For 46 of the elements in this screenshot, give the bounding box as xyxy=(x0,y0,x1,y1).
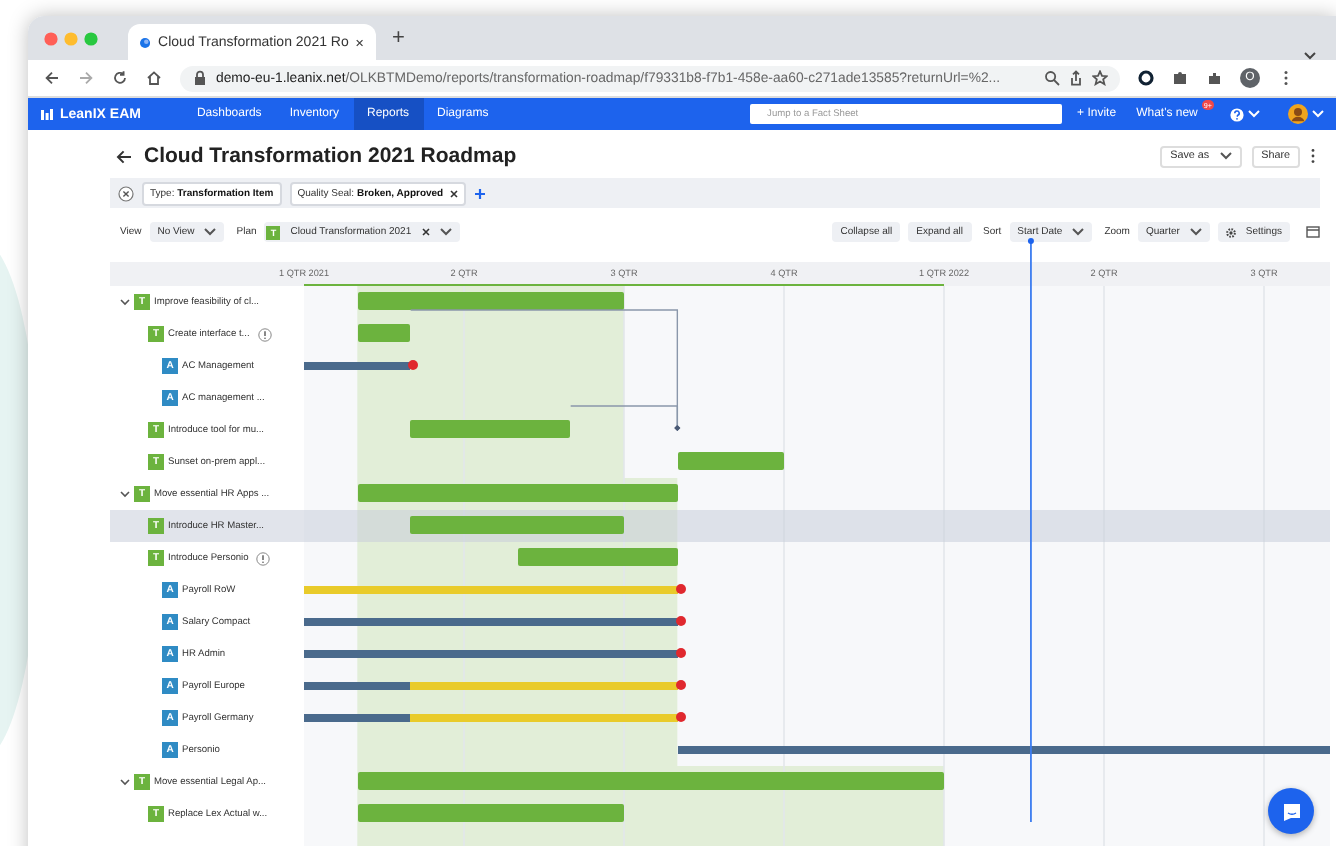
add-filter-icon[interactable] xyxy=(473,187,486,199)
new-tab-button[interactable]: + xyxy=(388,26,409,50)
close-icon[interactable] xyxy=(356,37,364,47)
chevron-icon[interactable] xyxy=(120,778,130,786)
exclamation-circle-icon[interactable] xyxy=(257,327,272,341)
star-icon[interactable] xyxy=(1092,70,1108,86)
back-arrow-icon[interactable] xyxy=(116,149,132,163)
globe-icon xyxy=(140,35,151,49)
caret-icon xyxy=(439,228,452,236)
help-icon[interactable] xyxy=(1230,107,1244,121)
avatar-icon[interactable] xyxy=(1288,104,1308,124)
puzzle-icon[interactable] xyxy=(1172,70,1188,86)
close-icon[interactable] xyxy=(449,189,458,197)
back-arrow-icon[interactable] xyxy=(44,70,60,86)
lifecycle-bar[interactable] xyxy=(304,617,678,625)
caret-icon xyxy=(1219,152,1232,160)
clear-filters-icon[interactable] xyxy=(118,185,134,201)
chevron-down-icon xyxy=(1304,52,1316,60)
lock-icon xyxy=(192,70,208,86)
caret-icon xyxy=(1189,228,1202,236)
logo-icon xyxy=(40,107,54,121)
caret-icon xyxy=(1312,110,1324,118)
magnifier-icon[interactable] xyxy=(1044,70,1060,86)
lifecycle-bar[interactable] xyxy=(304,713,411,721)
chevron-icon[interactable] xyxy=(120,490,130,498)
extensions-icon[interactable] xyxy=(1206,70,1222,86)
settings-icon xyxy=(1225,227,1236,237)
home-icon[interactable] xyxy=(146,70,162,86)
lifecycle-bar[interactable] xyxy=(304,361,411,369)
close-icon[interactable] xyxy=(421,228,430,236)
caret-icon xyxy=(1072,228,1085,236)
chevron-icon[interactable] xyxy=(120,298,130,306)
caret-icon xyxy=(204,228,217,236)
lifecycle-bar[interactable] xyxy=(304,681,411,689)
ring-icon[interactable] xyxy=(1138,70,1154,86)
share-icon[interactable] xyxy=(1068,70,1084,86)
kebab-menu-icon[interactable] xyxy=(1310,148,1316,164)
exclamation-circle-icon[interactable] xyxy=(256,551,271,565)
report-title: Cloud Transformation 2021 Roadmap xyxy=(144,144,519,168)
caret-icon xyxy=(1248,110,1260,118)
panel-toggle-icon[interactable] xyxy=(1306,226,1320,238)
reload-icon[interactable] xyxy=(112,70,128,86)
lifecycle-bar[interactable] xyxy=(304,649,678,657)
lifecycle-bar[interactable] xyxy=(677,745,1330,753)
chat-icon xyxy=(1281,801,1301,821)
traffic-lights-icon xyxy=(44,31,100,45)
